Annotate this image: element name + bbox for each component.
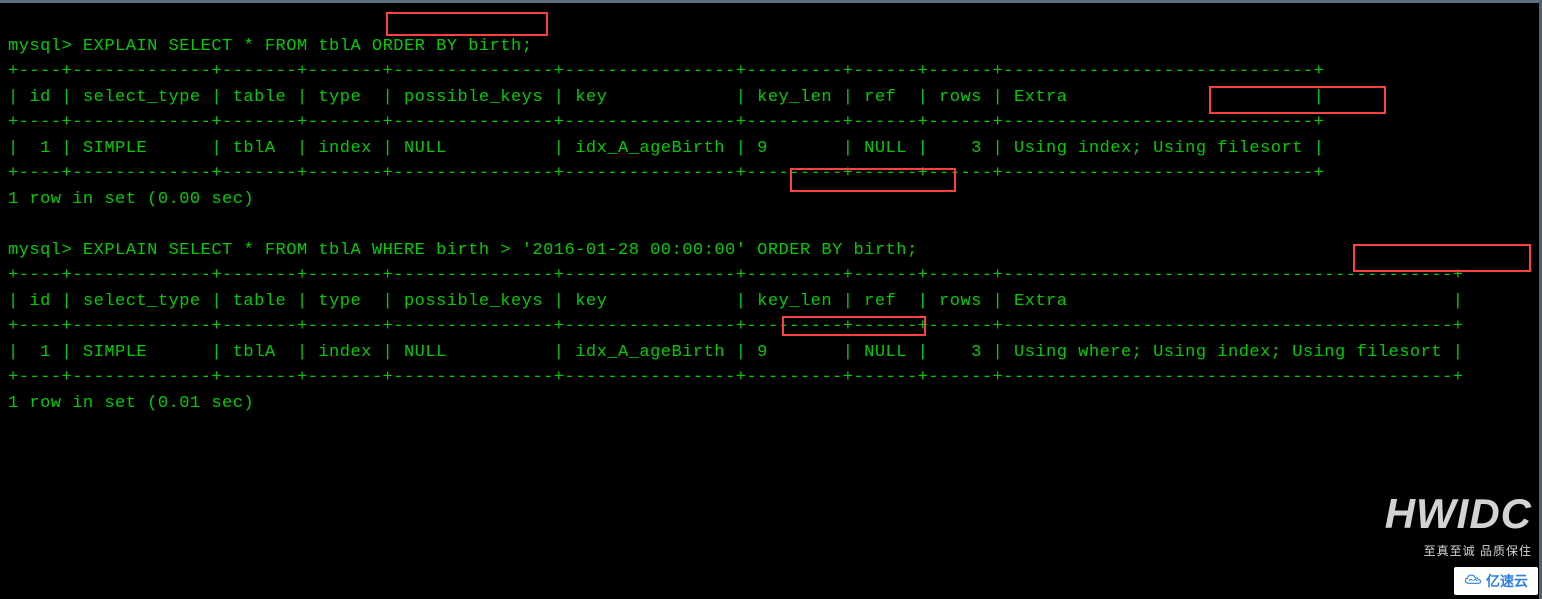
table-data-row: | 1 | SIMPLE | tblA | index | NULL | idx… [8, 139, 1324, 158]
provider-badge: 亿速云 [1454, 567, 1538, 595]
table-border: +----+-------------+-------+-------+----… [8, 62, 1324, 81]
result-footer: 1 row in set (0.01 sec) [8, 394, 254, 413]
highlighted-order-by-1: ORDER BY birth [372, 37, 522, 56]
table-border: +----+-------------+-------+-------+----… [8, 113, 1324, 132]
sql-text: EXPLAIN SELECT * FROM tblA [83, 37, 372, 56]
sql-text: ; [522, 37, 533, 56]
table-header-row: | id | select_type | table | type | poss… [8, 88, 1324, 107]
mysql-prompt: mysql> [8, 241, 83, 260]
query-line-2: mysql> EXPLAIN SELECT * FROM tblA WHERE … [8, 241, 918, 260]
sql-text: ; [907, 241, 918, 260]
highlighted-order-by-2: ORDER BY birth [757, 241, 907, 260]
watermark-logo: HWIDC [1385, 490, 1532, 538]
table-border: +----+-------------+-------+-------+----… [8, 368, 1463, 387]
mysql-prompt: mysql> [8, 37, 83, 56]
window-border-top [0, 0, 1542, 3]
watermark: HWIDC 至真至诚 品质保住 [1385, 490, 1532, 559]
sql-text: EXPLAIN SELECT * FROM tblA WHERE birth >… [83, 241, 757, 260]
table-data-row: | 1 | SIMPLE | tblA | index | NULL | idx… [8, 343, 1463, 362]
result-footer: 1 row in set (0.00 sec) [8, 190, 254, 209]
cloud-icon [1464, 572, 1482, 590]
table-border: +----+-------------+-------+-------+----… [8, 317, 1463, 336]
table-header-row: | id | select_type | table | type | poss… [8, 292, 1463, 311]
watermark-slogan: 至真至诚 品质保住 [1385, 542, 1532, 559]
query-line-1: mysql> EXPLAIN SELECT * FROM tblA ORDER … [8, 37, 532, 56]
terminal-output: mysql> EXPLAIN SELECT * FROM tblA ORDER … [8, 8, 1534, 416]
table-border: +----+-------------+-------+-------+----… [8, 164, 1324, 183]
badge-text: 亿速云 [1486, 571, 1528, 591]
table-border: +----+-------------+-------+-------+----… [8, 266, 1463, 285]
